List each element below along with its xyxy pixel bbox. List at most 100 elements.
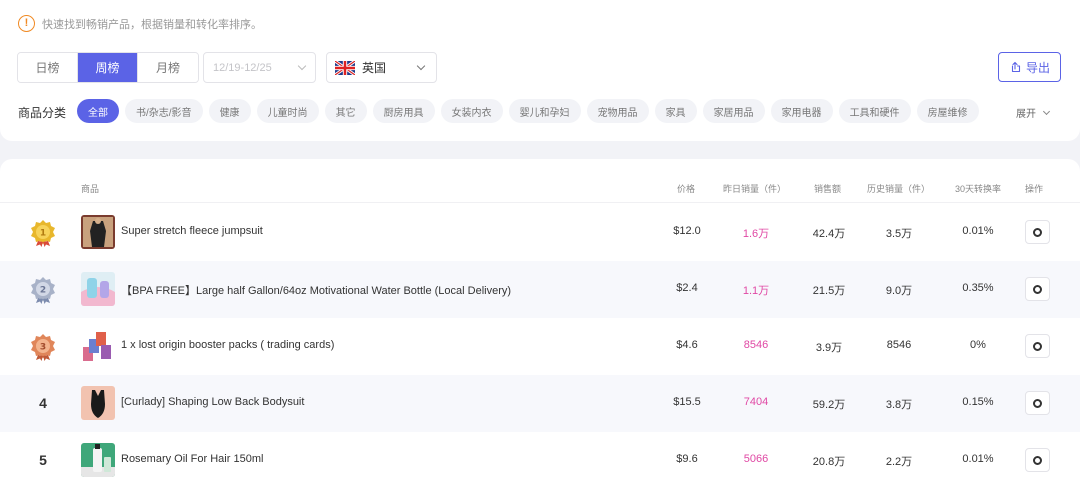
yesterday-sales-cell: 8546 (743, 339, 769, 351)
category-chip[interactable]: 家具 (654, 99, 697, 123)
category-chip[interactable]: 家用电器 (770, 99, 833, 123)
rank-number: 4 (39, 395, 47, 411)
header-conversion: 30天转换率 (955, 184, 1002, 194)
table-header: 商品 价格 昨日销量（件） 销售额 历史销量（件） 30天转换率 操作 (0, 175, 1080, 203)
table-row[interactable]: 1 Super stretch fleece jumpsuit $12.0 1.… (0, 204, 1080, 261)
circle-icon (1033, 284, 1042, 294)
export-label: 导出 (1025, 60, 1050, 75)
period-tabs: 日榜 周榜 月榜 (17, 52, 199, 83)
conversion-cell: 0.01% (962, 225, 994, 237)
table-row[interactable]: 3 1 x lost origin booster packs ( tradin… (0, 318, 1080, 375)
header-revenue: 销售额 (814, 184, 842, 194)
category-chip[interactable]: 书/杂志/影音 (125, 99, 203, 123)
product-thumbnail[interactable] (81, 329, 115, 363)
total-sales-cell: 9.0万 (885, 285, 913, 297)
category-chip[interactable]: 全部 (77, 99, 119, 123)
yesterday-sales-cell: 5066 (743, 453, 769, 465)
tab-monthly[interactable]: 月榜 (138, 53, 198, 82)
product-thumbnail[interactable] (81, 215, 115, 249)
svg-text:2: 2 (40, 286, 46, 296)
action-button[interactable] (1025, 220, 1050, 244)
category-chip[interactable]: 其它 (324, 99, 367, 123)
total-sales-cell: 3.5万 (885, 228, 913, 240)
category-chip[interactable]: 婴儿和孕妇 (508, 99, 581, 123)
yesterday-sales-cell: 1.6万 (742, 228, 770, 240)
silver-medal-icon: 2 (31, 277, 55, 304)
bronze-medal-icon: 3 (31, 334, 55, 361)
rank-number: 5 (39, 452, 47, 468)
product-name[interactable]: 【BPA FREE】Large half Gallon/64oz Motivat… (121, 282, 511, 298)
ranking-table: 商品 价格 昨日销量（件） 销售额 历史销量（件） 30天转换率 操作 1 Su… (0, 159, 1080, 495)
svg-text:3: 3 (40, 343, 46, 353)
category-chip[interactable]: 厨房用具 (372, 99, 435, 123)
table-row[interactable]: 2 【BPA FREE】Large half Gallon/64oz Motiv… (0, 261, 1080, 318)
tip-banner: ! 快速找到畅销产品，根据销量和转化率排序。 (18, 15, 262, 32)
header-yesterday-sales: 昨日销量（件） (723, 184, 787, 194)
conversion-cell: 0.35% (962, 282, 994, 294)
expand-label: 展开 (1016, 109, 1036, 120)
circle-icon (1033, 398, 1042, 408)
date-range-select[interactable]: 12/19-12/25 (203, 52, 316, 83)
product-thumbnail[interactable] (81, 272, 115, 306)
filter-panel: ! 快速找到畅销产品，根据销量和转化率排序。 日榜 周榜 月榜 12/19-12… (0, 0, 1080, 141)
conversion-cell: 0.15% (962, 396, 994, 408)
category-chip[interactable]: 女装内衣 (440, 99, 503, 123)
category-list: 全部 书/杂志/影音 健康 儿童时尚 其它 厨房用具 女装内衣 婴儿和孕妇 宠物… (77, 99, 979, 123)
price-cell: $9.6 (676, 453, 698, 465)
conversion-cell: 0% (970, 339, 986, 351)
total-sales-cell: 8546 (886, 339, 912, 351)
chevron-down-icon (297, 61, 307, 71)
product-thumbnail[interactable] (81, 386, 115, 420)
header-total-sales: 历史销量（件） (867, 184, 931, 194)
product-name[interactable]: Rosemary Oil For Hair 150ml (121, 453, 263, 465)
revenue-cell: 20.8万 (812, 456, 846, 468)
total-sales-cell: 2.2万 (885, 456, 913, 468)
export-icon (1011, 61, 1021, 73)
yesterday-sales-cell: 7404 (743, 396, 769, 408)
product-thumbnail[interactable] (81, 443, 115, 477)
category-chip[interactable]: 工具和硬件 (838, 99, 911, 123)
revenue-cell: 59.2万 (812, 399, 846, 411)
date-range-value: 12/19-12/25 (213, 61, 272, 74)
action-button[interactable] (1025, 334, 1050, 358)
product-name[interactable]: [Curlady] Shaping Low Back Bodysuit (121, 396, 304, 408)
chevron-down-icon (416, 61, 426, 71)
chevron-down-icon (1042, 107, 1051, 115)
product-name[interactable]: Super stretch fleece jumpsuit (121, 225, 263, 237)
action-button[interactable] (1025, 277, 1050, 301)
expand-categories-button[interactable]: 展开 (1016, 105, 1051, 120)
category-chip[interactable]: 儿童时尚 (256, 99, 319, 123)
export-button[interactable]: 导出 (998, 52, 1061, 82)
conversion-cell: 0.01% (962, 453, 994, 465)
tab-daily[interactable]: 日榜 (18, 53, 78, 82)
category-chip[interactable]: 健康 (208, 99, 251, 123)
revenue-cell: 3.9万 (815, 342, 843, 354)
total-sales-cell: 3.8万 (885, 399, 913, 411)
category-chip[interactable]: 房屋维修 (916, 99, 979, 123)
revenue-cell: 21.5万 (812, 285, 846, 297)
country-select[interactable]: 英国 (326, 52, 437, 83)
category-chip[interactable]: 家居用品 (702, 99, 765, 123)
price-cell: $15.5 (673, 396, 701, 408)
country-label: 英国 (362, 61, 387, 75)
circle-icon (1033, 455, 1042, 465)
yesterday-sales-cell: 1.1万 (742, 285, 770, 297)
warning-icon: ! (18, 15, 35, 32)
table-row[interactable]: 4 [Curlady] Shaping Low Back Bodysuit $1… (0, 375, 1080, 432)
uk-flag-icon (335, 60, 355, 75)
svg-text:1: 1 (40, 229, 46, 239)
action-button[interactable] (1025, 391, 1050, 415)
table-row[interactable]: 5 Rosemary Oil For Hair 150ml $9.6 5066 … (0, 432, 1080, 489)
price-cell: $4.6 (676, 339, 698, 351)
revenue-cell: 42.4万 (812, 228, 846, 240)
gold-medal-icon: 1 (31, 220, 55, 247)
category-chip[interactable]: 宠物用品 (586, 99, 649, 123)
action-button[interactable] (1025, 448, 1050, 472)
header-action: 操作 (1025, 184, 1044, 194)
header-price: 价格 (677, 184, 696, 194)
tab-weekly[interactable]: 周榜 (78, 53, 138, 82)
circle-icon (1033, 341, 1042, 351)
product-name[interactable]: 1 x lost origin booster packs ( trading … (121, 339, 334, 351)
header-product: 商品 (81, 184, 100, 194)
circle-icon (1033, 227, 1042, 237)
